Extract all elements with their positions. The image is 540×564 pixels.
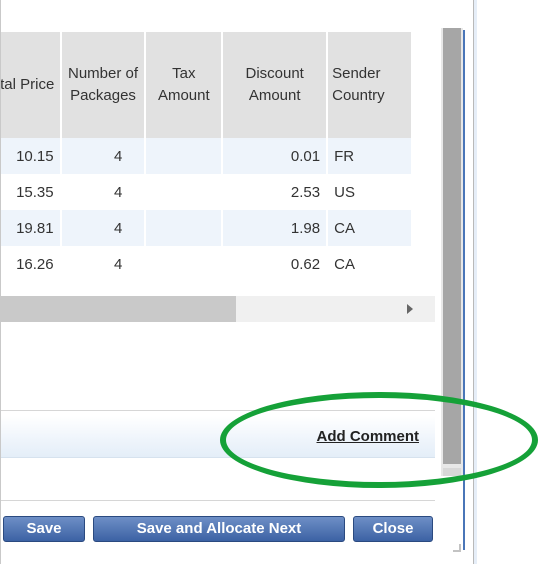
background-page [474, 0, 540, 564]
allocation-dialog: Total Price Number of Packages Tax Amoun… [0, 0, 474, 564]
vertical-scrollbar[interactable] [441, 28, 463, 476]
cell-discount: 2.53 [222, 174, 329, 210]
table-header-row: Total Price Number of Packages Tax Amoun… [1, 32, 413, 138]
cell-packages: 4 [60, 246, 147, 282]
background-divider [474, 0, 477, 564]
column-header-tax-amount[interactable]: Tax Amount [145, 32, 224, 138]
cell-country: FR [327, 138, 413, 174]
cell-tax [145, 138, 224, 174]
resize-grip-icon[interactable] [453, 544, 461, 552]
close-button[interactable]: Close [353, 516, 433, 542]
vertical-scrollbar-track-end[interactable] [443, 468, 461, 476]
cell-packages: 4 [60, 138, 147, 174]
save-and-allocate-next-button[interactable]: Save and Allocate Next [93, 516, 345, 542]
cell-country: CA [327, 210, 413, 246]
save-button[interactable]: Save [3, 516, 85, 542]
cell-tax [145, 210, 224, 246]
dialog-border-accent [463, 30, 465, 550]
table-row[interactable]: 19.81 4 1.98 CA [1, 210, 413, 246]
column-header-total-price[interactable]: Total Price [1, 32, 62, 138]
packages-table: Total Price Number of Packages Tax Amoun… [1, 32, 413, 282]
cell-tax [145, 174, 224, 210]
column-header-sender-country[interactable]: Sender Country [327, 32, 413, 138]
table-row[interactable]: 16.26 4 0.62 CA [1, 246, 413, 282]
cell-discount: 1.98 [222, 210, 329, 246]
cell-total-price: 15.35 [1, 174, 62, 210]
cell-total-price: 10.15 [1, 138, 62, 174]
table-row[interactable]: 10.15 4 0.01 FR [1, 138, 413, 174]
cell-discount: 0.62 [222, 246, 329, 282]
scroll-right-arrow-icon[interactable] [407, 304, 413, 314]
comment-bar: Add Comment [1, 416, 435, 458]
packages-grid: Total Price Number of Packages Tax Amoun… [1, 32, 435, 290]
horizontal-scrollbar-thumb[interactable] [1, 296, 236, 322]
cell-country: CA [327, 246, 413, 282]
divider [1, 500, 435, 501]
horizontal-scrollbar[interactable] [1, 296, 435, 322]
cell-packages: 4 [60, 174, 147, 210]
vertical-scrollbar-thumb[interactable] [443, 28, 461, 464]
cell-tax [145, 246, 224, 282]
table-row[interactable]: 15.35 4 2.53 US [1, 174, 413, 210]
cell-total-price: 16.26 [1, 246, 62, 282]
add-comment-link[interactable]: Add Comment [317, 428, 420, 445]
cell-country: US [327, 174, 413, 210]
divider [1, 410, 435, 411]
cell-total-price: 19.81 [1, 210, 62, 246]
column-header-discount-amount[interactable]: Discount Amount [222, 32, 329, 138]
column-header-number-of-packages[interactable]: Number of Packages [60, 32, 147, 138]
cell-discount: 0.01 [222, 138, 329, 174]
cell-packages: 4 [60, 210, 147, 246]
